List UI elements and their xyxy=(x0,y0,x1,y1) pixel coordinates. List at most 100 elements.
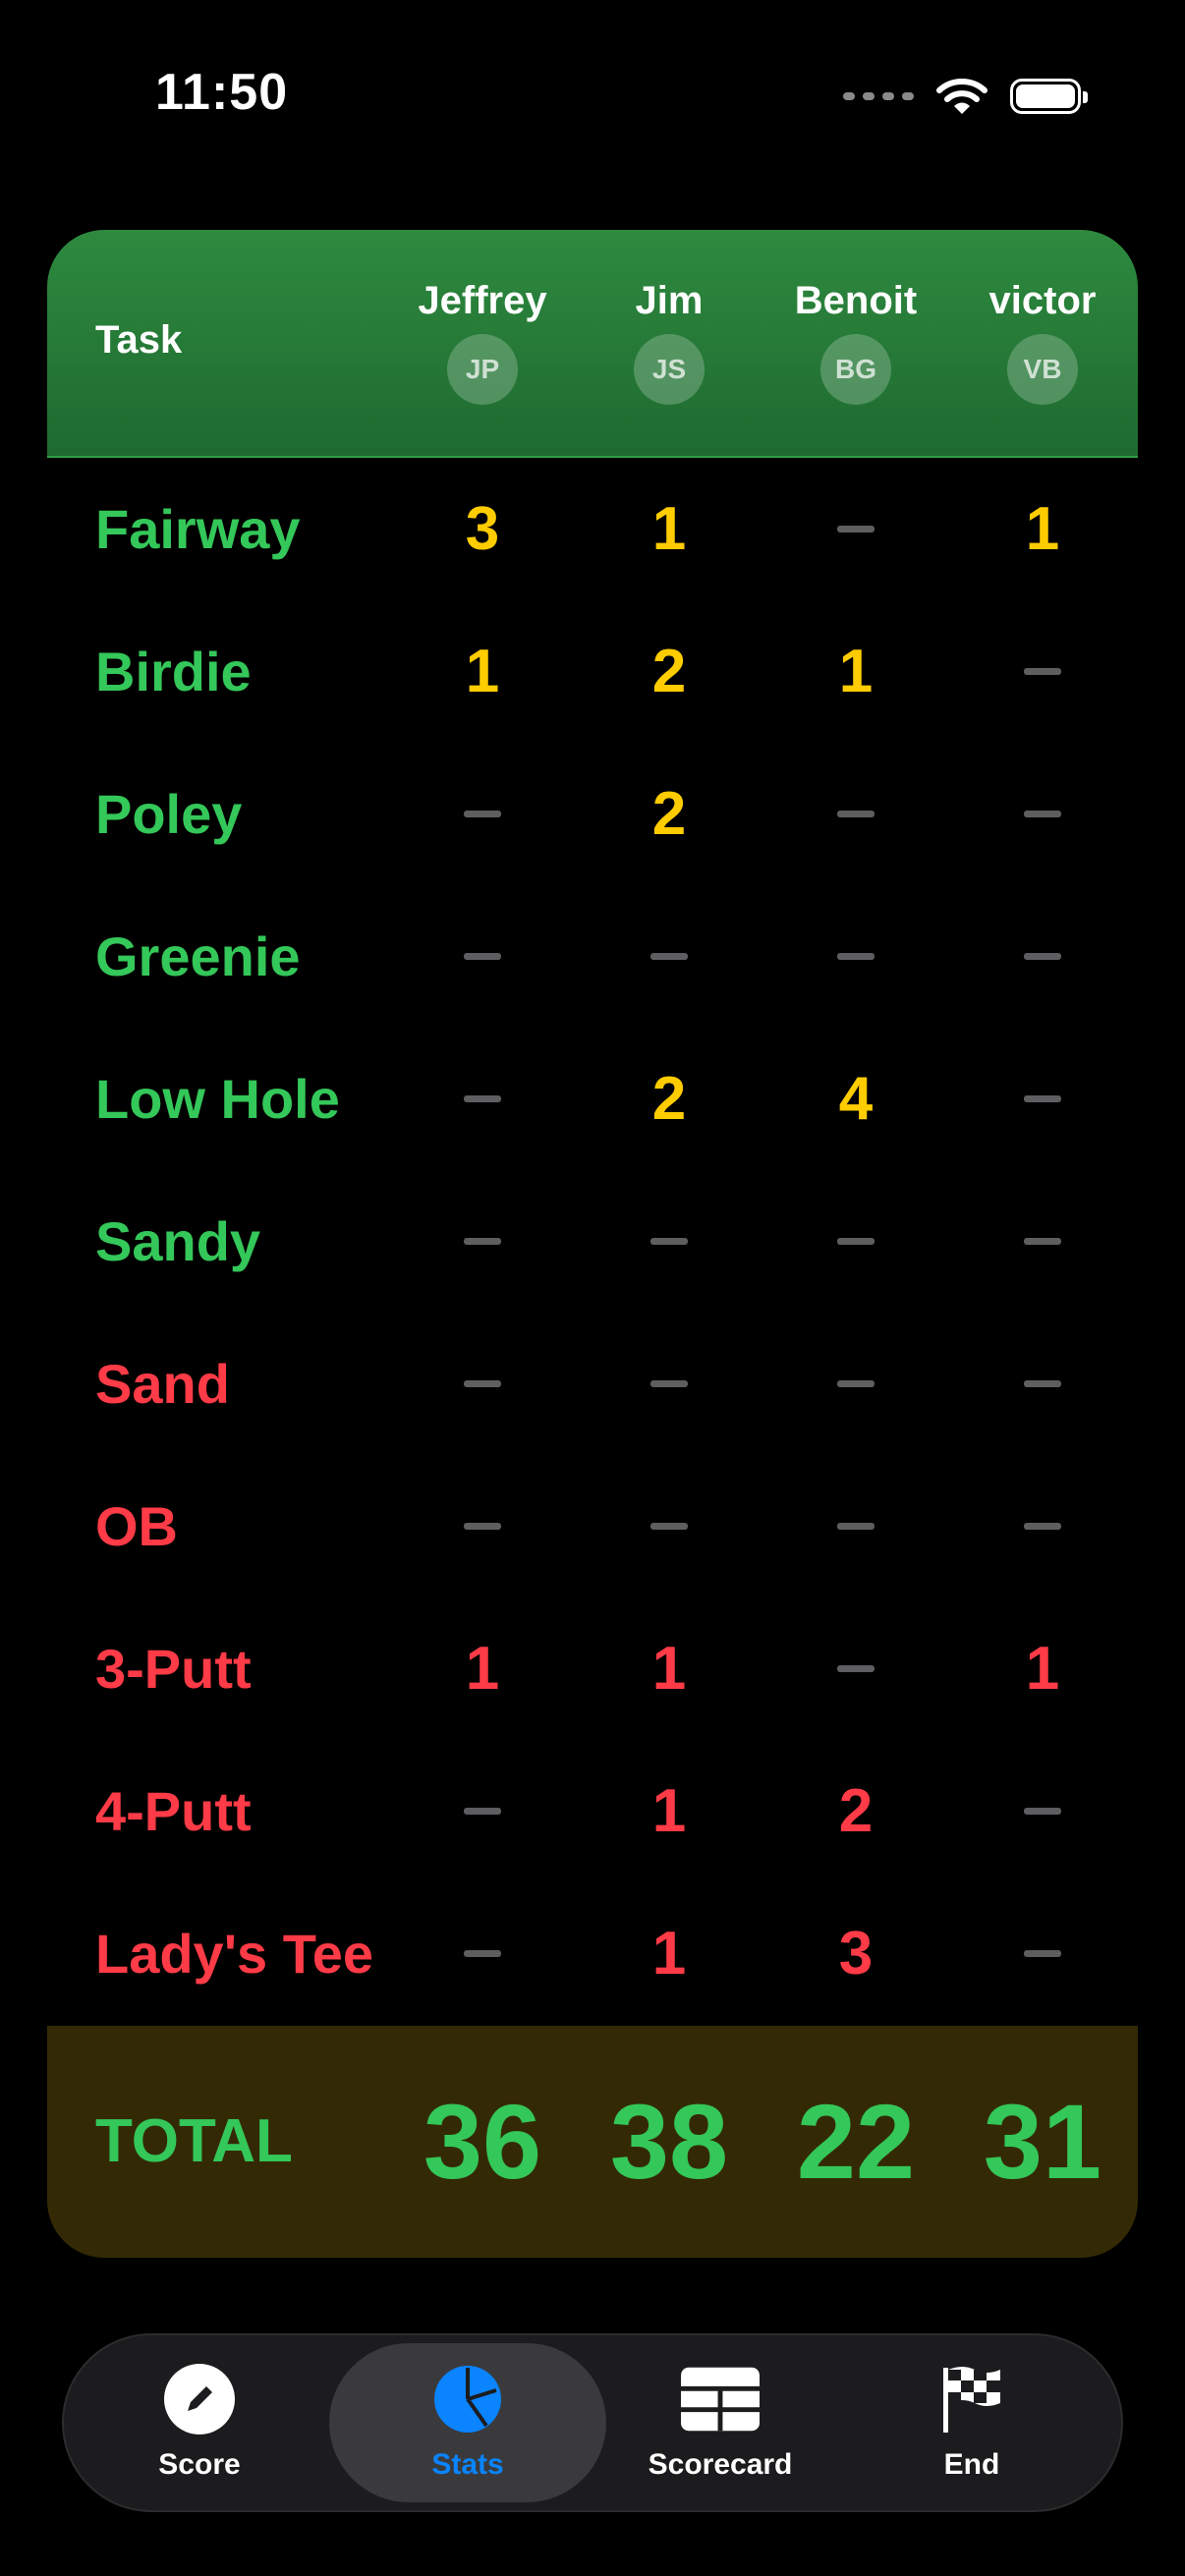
empty-dash xyxy=(1024,1095,1061,1102)
checkered-flag-icon xyxy=(932,2364,1011,2435)
empty-dash xyxy=(837,1665,875,1672)
tab-end[interactable]: End xyxy=(846,2343,1098,2502)
stats-table-card: Task Jeffrey JP Jim JS Benoit BG victor VB Fair… xyxy=(47,230,1138,2258)
stat-cell xyxy=(767,885,944,1028)
player-name: victor xyxy=(988,279,1097,322)
task-label: 4-Putt xyxy=(95,1780,252,1842)
stat-cell xyxy=(954,743,1131,885)
stat-value: 1 xyxy=(651,1920,687,1988)
player-name: Jim xyxy=(635,279,704,322)
stat-cell xyxy=(767,1597,944,1740)
stat-cell: 1 xyxy=(394,600,571,743)
stat-cell xyxy=(394,743,571,885)
player-initials-badge: JP xyxy=(447,334,518,405)
table-row: 3-Putt 1 1 1 xyxy=(47,1597,1138,1740)
player-total: 22 xyxy=(796,2082,916,2201)
stat-cell xyxy=(394,885,571,1028)
stat-value: 3 xyxy=(838,1920,874,1988)
status-icons xyxy=(843,69,1088,124)
empty-dash xyxy=(650,1380,688,1387)
table-row: Low Hole 2 4 xyxy=(47,1028,1138,1170)
table-row: 4-Putt 1 2 xyxy=(47,1740,1138,1882)
stat-cell xyxy=(767,1313,944,1455)
tab-label: End xyxy=(943,2448,1000,2481)
empty-dash xyxy=(1024,1523,1061,1530)
total-label: TOTAL xyxy=(95,2107,293,2175)
pie-chart-icon xyxy=(428,2364,507,2435)
stat-cell: 3 xyxy=(394,458,571,600)
stat-cell xyxy=(767,458,944,600)
tab-label: Scorecard xyxy=(648,2448,793,2481)
empty-dash xyxy=(464,811,501,817)
task-label: Sandy xyxy=(95,1210,261,1272)
player-name: Benoit xyxy=(794,279,918,322)
empty-dash xyxy=(464,1523,501,1530)
empty-dash xyxy=(837,1523,875,1530)
stat-cell xyxy=(954,1028,1131,1170)
battery-icon xyxy=(1010,79,1088,114)
task-label: Sand xyxy=(95,1353,230,1415)
stat-value: 1 xyxy=(1025,1635,1060,1703)
stat-cell xyxy=(767,743,944,885)
player-total: 31 xyxy=(983,2082,1102,2201)
stat-cell xyxy=(581,1455,758,1597)
empty-dash xyxy=(464,1380,501,1387)
table-row: Greenie xyxy=(47,885,1138,1028)
table-row: Lady's Tee 1 3 xyxy=(47,1882,1138,2025)
task-label: OB xyxy=(95,1495,178,1557)
stat-cell: 1 xyxy=(581,1740,758,1882)
stat-cell: 4 xyxy=(767,1028,944,1170)
empty-dash xyxy=(1024,1808,1061,1815)
stat-value: 1 xyxy=(651,495,687,563)
stat-cell xyxy=(394,1313,571,1455)
pencil-icon xyxy=(160,2364,239,2435)
stat-cell: 1 xyxy=(767,600,944,743)
table-row: Sand xyxy=(47,1313,1138,1455)
stat-cell xyxy=(954,1882,1131,2025)
player-column-header: Jim JS xyxy=(581,230,758,405)
player-name: Jeffrey xyxy=(418,279,547,322)
player-column-header: victor VB xyxy=(954,230,1131,405)
stat-cell: 2 xyxy=(767,1740,944,1882)
stat-cell: 1 xyxy=(581,458,758,600)
player-total: 36 xyxy=(423,2082,542,2201)
stat-value: 2 xyxy=(838,1777,874,1845)
player-column-header: Jeffrey JP xyxy=(394,230,571,405)
table-row: Fairway 3 1 1 xyxy=(47,458,1138,600)
empty-dash xyxy=(837,1380,875,1387)
stat-value: 1 xyxy=(465,638,500,705)
stat-value: 2 xyxy=(651,780,687,848)
stats-screen: 11:50 Task Jeffrey JP Jim JS Benoit BG victor V… xyxy=(0,0,1185,2576)
task-label: Greenie xyxy=(95,925,301,987)
table-icon xyxy=(681,2364,760,2435)
signal-dots-icon xyxy=(843,92,914,100)
empty-dash xyxy=(464,953,501,960)
task-label: Low Hole xyxy=(95,1068,340,1130)
player-column-header: Benoit BG xyxy=(767,230,944,405)
stat-value: 1 xyxy=(651,1635,687,1703)
empty-dash xyxy=(650,1238,688,1245)
tab-scorecard[interactable]: Scorecard xyxy=(594,2343,846,2502)
stat-cell: 1 xyxy=(394,1597,571,1740)
tab-score[interactable]: Score xyxy=(74,2343,325,2502)
stat-cell xyxy=(954,1740,1131,1882)
player-initials-badge: JS xyxy=(634,334,705,405)
stat-cell: 1 xyxy=(954,458,1131,600)
stat-cell: 3 xyxy=(767,1882,944,2025)
empty-dash xyxy=(1024,1238,1061,1245)
stat-cell xyxy=(767,1455,944,1597)
stat-cell: 2 xyxy=(581,1028,758,1170)
tab-stats[interactable]: Stats xyxy=(329,2343,606,2502)
stat-value: 1 xyxy=(651,1777,687,1845)
table-row: Birdie 1 2 1 xyxy=(47,600,1138,743)
player-initials-badge: BG xyxy=(820,334,891,405)
stat-cell xyxy=(954,600,1131,743)
empty-dash xyxy=(1024,953,1061,960)
stat-value: 1 xyxy=(465,1635,500,1703)
stat-cell xyxy=(394,1028,571,1170)
stat-cell xyxy=(767,1170,944,1313)
empty-dash xyxy=(1024,668,1061,675)
task-label: 3-Putt xyxy=(95,1638,252,1700)
stat-cell: 1 xyxy=(954,1597,1131,1740)
table-row: Poley 2 xyxy=(47,743,1138,885)
